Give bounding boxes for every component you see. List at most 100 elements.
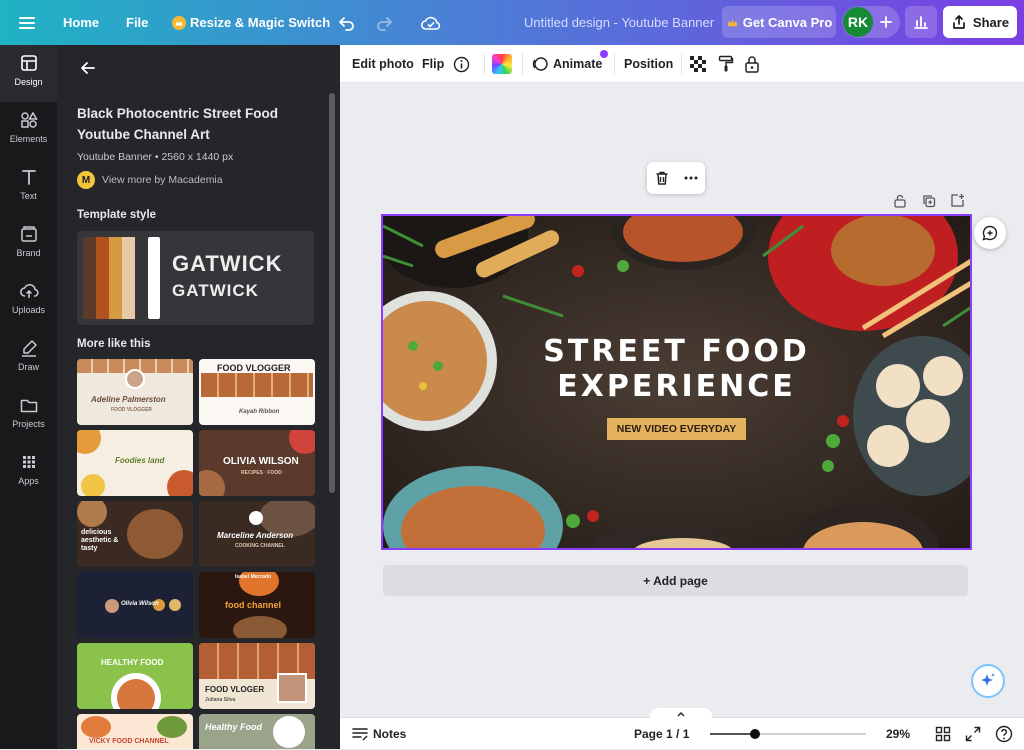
undo-button[interactable] xyxy=(338,0,356,45)
rail-label: Text xyxy=(20,191,37,201)
template-thumbnail[interactable]: Healthy Food xyxy=(199,714,315,749)
home-button[interactable]: Home xyxy=(63,0,99,45)
animate-label: Animate xyxy=(553,57,603,71)
template-thumbnail[interactable]: Foodies land xyxy=(77,430,193,496)
edit-photo-button[interactable]: Edit photo xyxy=(352,45,414,83)
help-button[interactable] xyxy=(995,725,1013,743)
rail-label: Projects xyxy=(12,419,45,429)
page-indicator[interactable]: Page 1 / 1 xyxy=(634,718,689,750)
template-thumbnail[interactable]: FOOD VLOGER Juliana Silva xyxy=(199,643,315,709)
chevron-up-icon xyxy=(677,711,685,716)
cloud-save-status[interactable] xyxy=(420,0,442,45)
style-font-sample: GATWICK xyxy=(172,281,259,300)
template-thumbnail[interactable]: Olivia Wilson xyxy=(77,572,193,638)
info-button[interactable] xyxy=(453,45,470,83)
rail-label: Apps xyxy=(18,476,39,486)
context-toolbar: Edit photo Flip Animate Position xyxy=(340,45,1024,83)
thumbnail-text: food channel xyxy=(225,600,281,610)
thumbnail-text: delicious aesthetic & tasty xyxy=(81,529,119,552)
template-thumbnail[interactable]: OLIVIA WILSON RECIPES · FOOD xyxy=(199,430,315,496)
rail-item-elements[interactable]: Elements xyxy=(0,102,57,159)
resize-button[interactable]: Resize & Magic Switch xyxy=(172,0,330,45)
template-thumbnail[interactable]: VICKY FOOD CHANNEL xyxy=(77,714,193,749)
crown-icon xyxy=(727,18,737,26)
template-thumbnail[interactable]: FOOD VLOGGER Kayah Ribbon xyxy=(199,359,315,425)
magic-assistant-button[interactable] xyxy=(971,664,1005,698)
paint-roller-icon xyxy=(718,55,734,72)
palette-swatch xyxy=(96,237,109,319)
pen-icon xyxy=(21,340,37,357)
template-style-card[interactable]: GATWICK GATWICK xyxy=(77,231,314,325)
rail-label: Design xyxy=(14,77,43,87)
rail-item-apps[interactable]: Apps xyxy=(0,444,57,501)
rail-item-projects[interactable]: Projects xyxy=(0,387,57,444)
color-palette xyxy=(83,237,160,319)
zoom-slider-track[interactable] xyxy=(710,729,866,739)
template-panel: Black Photocentric Street Food Youtube C… xyxy=(57,45,340,749)
add-page-button[interactable]: + Add page xyxy=(383,565,968,596)
more-like-this-heading: More like this xyxy=(77,338,151,350)
add-comment-button[interactable] xyxy=(974,217,1006,249)
design-title[interactable]: Untitled design - Youtube Banner xyxy=(524,0,714,45)
zoom-percent[interactable]: 29% xyxy=(886,718,910,750)
grid-view-button[interactable] xyxy=(935,726,951,742)
template-thumbnail[interactable]: HEALTHY FOOD xyxy=(77,643,193,709)
get-pro-label: Get Canva Pro xyxy=(742,14,833,30)
more-options-icon[interactable] xyxy=(683,170,699,186)
file-menu[interactable]: File xyxy=(126,0,148,45)
redo-button[interactable] xyxy=(375,0,393,45)
add-page-icon[interactable] xyxy=(950,193,965,208)
rail-item-brand[interactable]: Brand xyxy=(0,216,57,273)
add-collaborator-icon xyxy=(880,16,892,28)
thumbnail-text: COOKING CHANNEL xyxy=(235,543,285,549)
new-badge-dot xyxy=(600,50,609,58)
insights-button[interactable] xyxy=(905,6,937,38)
transparency-icon xyxy=(690,56,706,72)
thumbnail-text: Isabel Mercado xyxy=(235,574,272,580)
share-button[interactable]: Share xyxy=(943,6,1017,38)
design-page[interactable]: STREET FOOD EXPERIENCE NEW VIDEO EVERYDA… xyxy=(381,214,972,550)
template-thumbnail[interactable]: Isabel Mercado food channel xyxy=(199,572,315,638)
copy-style-button[interactable] xyxy=(718,45,734,83)
flip-button[interactable]: Flip xyxy=(422,45,444,83)
canvas-scrollbar[interactable] xyxy=(1014,87,1020,697)
lock-page-icon[interactable] xyxy=(893,194,907,208)
thumbnail-text: HEALTHY FOOD xyxy=(101,658,164,667)
color-button[interactable] xyxy=(484,53,512,75)
cloud-check-icon xyxy=(420,16,441,30)
get-pro-button[interactable]: Get Canva Pro xyxy=(722,6,836,38)
back-button[interactable] xyxy=(77,57,99,79)
rail-label: Uploads xyxy=(11,305,46,315)
rail-item-draw[interactable]: Draw xyxy=(0,330,57,387)
panel-scrollbar[interactable] xyxy=(329,93,335,493)
rail-item-text[interactable]: Text xyxy=(0,159,57,216)
lock-button[interactable] xyxy=(744,45,760,83)
hamburger-icon xyxy=(19,16,35,29)
thumbnail-text: FOOD VLOGGER xyxy=(111,407,152,413)
menu-button[interactable] xyxy=(17,0,37,45)
template-thumbnail[interactable]: Adeline Palmerston FOOD VLOGGER xyxy=(77,359,193,425)
transparency-button[interactable] xyxy=(681,53,706,75)
palette-swatch xyxy=(148,237,160,319)
fullscreen-button[interactable] xyxy=(965,726,981,742)
duplicate-page-icon[interactable] xyxy=(922,194,936,208)
collaborators[interactable]: RK xyxy=(842,6,900,38)
tagline-badge[interactable]: NEW VIDEO EVERYDAY xyxy=(607,418,746,440)
author-link[interactable]: M View more by Macademia xyxy=(77,171,223,189)
trash-icon[interactable] xyxy=(654,170,670,186)
rail-item-uploads[interactable]: Uploads xyxy=(0,273,57,330)
lock-icon xyxy=(745,56,759,73)
animate-button[interactable]: Animate xyxy=(522,50,609,75)
template-thumbnail[interactable]: Marceline Anderson COOKING CHANNEL xyxy=(199,501,315,567)
headline[interactable]: STREET FOOD EXPERIENCE xyxy=(383,334,970,404)
author-link-label: View more by Macademia xyxy=(102,174,223,186)
notes-icon xyxy=(352,728,368,741)
palette-swatch xyxy=(122,237,135,319)
notes-button[interactable]: Notes xyxy=(352,718,406,750)
position-button[interactable]: Position xyxy=(614,53,673,75)
headline-line: STREET FOOD xyxy=(543,334,810,369)
template-thumbnail[interactable]: delicious aesthetic & tasty xyxy=(77,501,193,567)
text-icon xyxy=(21,170,36,185)
zoom-slider-thumb[interactable] xyxy=(750,729,760,739)
rail-item-design[interactable]: Design xyxy=(0,45,57,102)
